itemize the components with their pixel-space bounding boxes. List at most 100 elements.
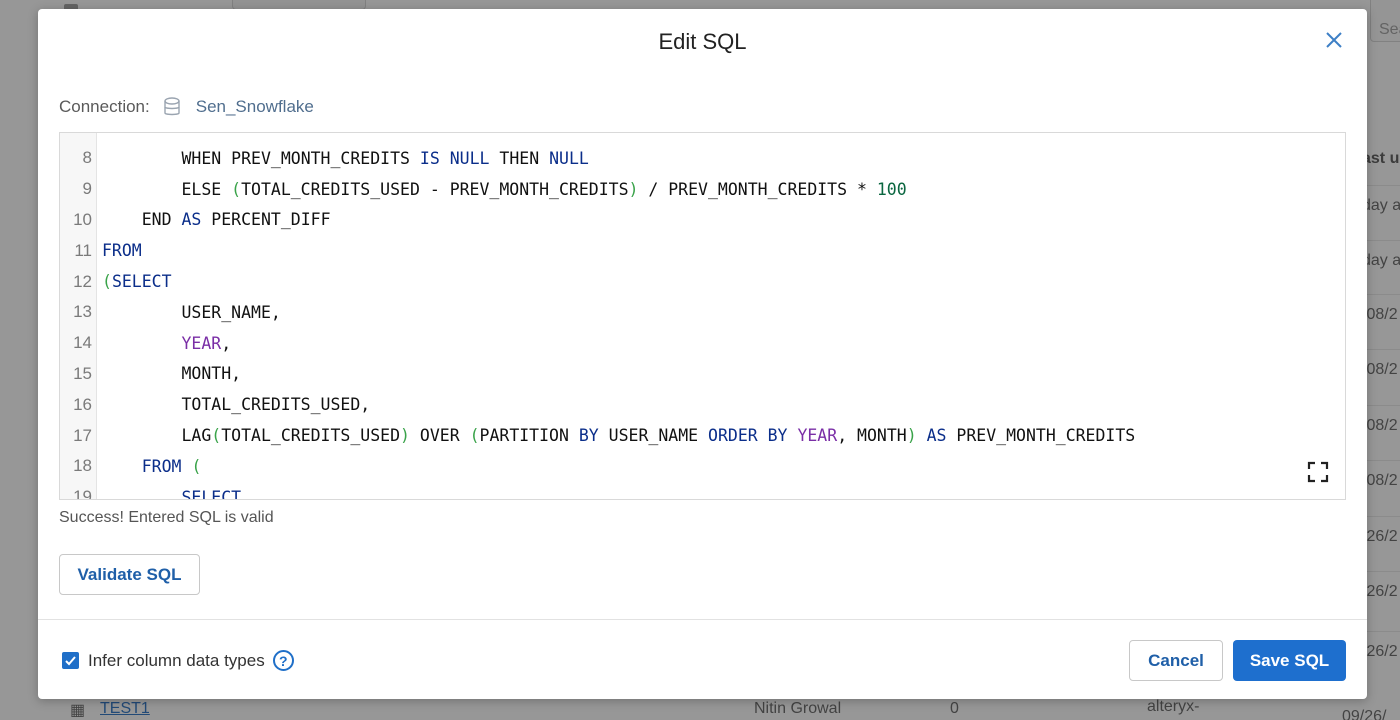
line-number: 18 — [73, 456, 92, 476]
code-line[interactable]: 16 TOTAL_CREDITS_USED, — [60, 389, 1345, 420]
connection-name: Sen_Snowflake — [195, 97, 314, 116]
sql-editor[interactable]: 8 WHEN PREV_MONTH_CREDITS IS NULL THEN N… — [59, 132, 1346, 500]
code-text: MONTH, — [97, 364, 241, 383]
line-number: 13 — [73, 302, 92, 322]
check-icon — [65, 656, 76, 666]
code-token: 100 — [876, 179, 907, 199]
close-icon — [1326, 32, 1342, 48]
code-text: END AS PERCENT_DIFF — [97, 210, 331, 229]
close-button[interactable] — [1323, 31, 1345, 53]
code-text: TOTAL_CREDITS_USED, — [97, 395, 370, 414]
code-token: THEN — [489, 148, 550, 168]
code-token: USER_NAME, — [102, 302, 281, 322]
validate-sql-button[interactable]: Validate SQL — [59, 554, 200, 595]
code-token: END — [102, 210, 182, 230]
dialog-title: Edit SQL — [658, 29, 747, 54]
code-token: ) — [400, 426, 410, 446]
code-line[interactable]: 11 FROM — [60, 235, 1345, 266]
code-token: ( — [102, 272, 112, 292]
code-text: YEAR, — [97, 334, 231, 353]
code-line[interactable]: 12 (SELECT — [60, 266, 1345, 297]
line-number: 14 — [73, 333, 92, 353]
code-token: PARTITION — [479, 426, 579, 446]
code-token: TOTAL_CREDITS_USED, — [102, 395, 371, 415]
connection-label: Connection: — [59, 97, 150, 116]
code-text: FROM — [97, 241, 142, 260]
cancel-button[interactable]: Cancel — [1129, 640, 1223, 681]
code-text: USER_NAME, — [97, 302, 281, 322]
line-number: 12 — [73, 271, 92, 291]
code-text: FROM ( — [97, 456, 202, 476]
code-line[interactable]: 15 MONTH, — [60, 359, 1345, 390]
code-line[interactable]: 19 SELECT — [60, 482, 1345, 500]
code-line[interactable]: 14 YEAR, — [60, 328, 1345, 359]
code-token: IS — [419, 148, 440, 168]
save-sql-button[interactable]: Save SQL — [1233, 640, 1346, 681]
code-token: AS — [926, 426, 947, 446]
infer-types-option: Infer column data types ? — [62, 650, 294, 671]
line-number: 8 — [82, 148, 92, 168]
code-token: YEAR — [797, 426, 838, 446]
code-token: , — [221, 333, 232, 353]
line-number: 11 — [74, 240, 92, 260]
code-token: ORDER BY — [708, 426, 788, 446]
code-text: ELSE (TOTAL_CREDITS_USED - PREV_MONTH_CR… — [97, 179, 907, 199]
code-token: WHEN PREV_MONTH_CREDITS — [181, 148, 420, 168]
code-text: SELECT — [97, 487, 242, 500]
help-icon[interactable]: ? — [272, 650, 294, 671]
code-token: ) — [906, 426, 917, 446]
code-token: LAG — [102, 426, 212, 446]
line-number: 17 — [73, 425, 92, 445]
code-token: USER_NAME — [598, 426, 709, 446]
dialog-footer: Infer column data types ? Cancel Save SQ… — [38, 619, 1367, 699]
code-token: ) — [628, 179, 639, 199]
code-token: SELECT — [181, 487, 242, 500]
code-token: SELECT — [111, 272, 172, 292]
line-number: 16 — [73, 394, 92, 414]
code-token: TOTAL_CREDITS_USED — [221, 426, 401, 446]
code-token: ELSE — [102, 179, 232, 199]
code-token: , MONTH — [837, 426, 907, 446]
code-token: FROM — [102, 241, 142, 261]
code-area[interactable]: 8 WHEN PREV_MONTH_CREDITS IS NULL THEN N… — [60, 143, 1345, 500]
database-icon — [164, 97, 180, 116]
code-token: ( — [191, 456, 202, 476]
code-token: ( — [469, 426, 480, 446]
code-line[interactable]: 18 FROM ( — [60, 451, 1345, 482]
infer-types-label: Infer column data types — [88, 650, 265, 670]
code-token: BY — [578, 426, 599, 446]
code-token: / PREV_MONTH_CREDITS * — [638, 179, 877, 199]
line-number: 10 — [73, 209, 92, 229]
code-text: WHEN PREV_MONTH_CREDITS IS NULL THEN NUL… — [97, 148, 589, 168]
fullscreen-icon[interactable] — [1307, 461, 1329, 483]
code-line[interactable]: 8 WHEN PREV_MONTH_CREDITS IS NULL THEN N… — [60, 143, 1345, 174]
code-token: OVER — [409, 426, 470, 446]
code-token: PREV_MONTH_CREDITS — [946, 426, 1136, 446]
code-token: ( — [211, 426, 222, 446]
code-token: NULL — [449, 148, 490, 168]
connection-row: Connection: Sen_Snowflake — [59, 97, 314, 117]
code-token: PERCENT_DIFF — [201, 210, 331, 230]
code-token: TOTAL_CREDITS_USED - PREV_MONTH_CREDITS — [241, 179, 629, 199]
code-token: MONTH, — [102, 364, 242, 384]
code-token: ( — [231, 179, 242, 199]
line-number: 19 — [73, 487, 92, 500]
line-number: 15 — [73, 363, 92, 383]
code-line[interactable]: 9 ELSE (TOTAL_CREDITS_USED - PREV_MONTH_… — [60, 174, 1345, 205]
code-text: LAG(TOTAL_CREDITS_USED) OVER (PARTITION … — [97, 426, 1135, 445]
code-token: NULL — [549, 148, 589, 168]
infer-types-checkbox[interactable] — [62, 652, 79, 669]
code-token: YEAR — [181, 333, 222, 353]
validation-status: Success! Entered SQL is valid — [59, 509, 274, 526]
code-line[interactable]: 13 USER_NAME, — [60, 297, 1345, 328]
code-line[interactable]: 10 END AS PERCENT_DIFF — [60, 205, 1345, 236]
code-line[interactable]: 17 LAG(TOTAL_CREDITS_USED) OVER (PARTITI… — [60, 420, 1345, 451]
line-number: 9 — [82, 179, 92, 199]
